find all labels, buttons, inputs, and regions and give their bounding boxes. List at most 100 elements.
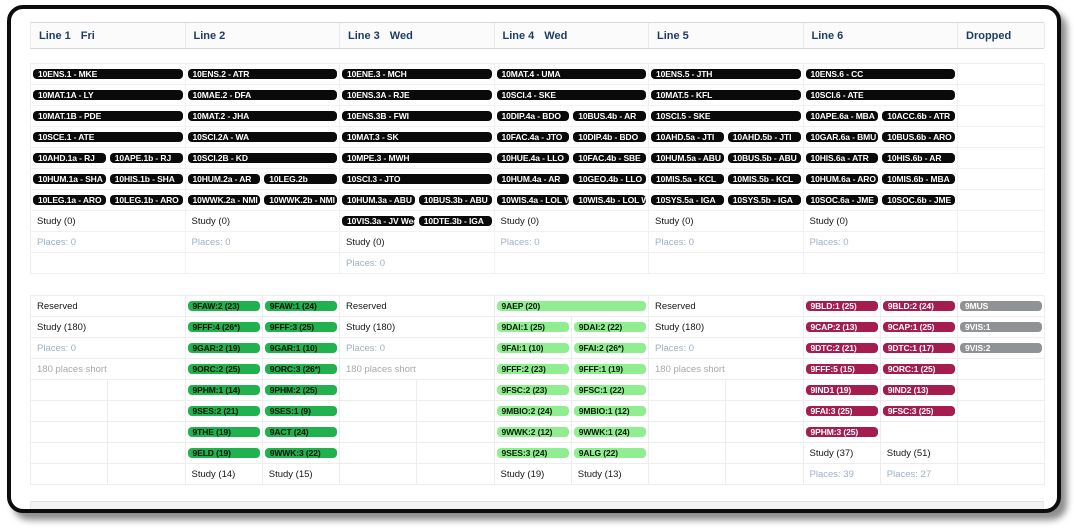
- class-block[interactable]: 10GEO.4b - LLO: [573, 173, 646, 184]
- column-header-line-1[interactable]: Line 1 Fri: [31, 23, 186, 48]
- class-block[interactable]: 9FFF:4 (26*): [187, 321, 260, 332]
- class-block[interactable]: 10MAT.1B - PDE: [33, 110, 183, 121]
- class-block[interactable]: 9VIS:2: [960, 342, 1042, 353]
- class-block[interactable]: 9PHM:3 (25): [805, 426, 878, 437]
- class-block[interactable]: 9PHM:2 (25): [264, 384, 337, 395]
- class-block[interactable]: 9ELD (19): [187, 447, 260, 458]
- column-header-line-3[interactable]: Line 3 Wed: [340, 23, 495, 48]
- class-block[interactable]: 10SOC.6b - JME: [882, 194, 955, 205]
- class-block[interactable]: 9VIS:1: [960, 321, 1042, 332]
- class-block[interactable]: 10BUS.6b - ARO: [882, 131, 955, 142]
- class-block[interactable]: 9BLD:2 (24): [882, 300, 955, 311]
- class-block[interactable]: 10ENE.3 - MCH: [342, 68, 492, 79]
- class-block[interactable]: 9THE (19): [187, 426, 260, 437]
- class-block[interactable]: 10MAT.4 - UMA: [496, 68, 646, 79]
- class-block[interactable]: 9WWK:3 (22): [264, 447, 337, 458]
- class-block[interactable]: 10SCI.5 - SKE: [651, 110, 801, 121]
- class-block[interactable]: 9GAR:1 (10): [264, 342, 337, 353]
- class-block[interactable]: 10ENS.3B - FWI: [342, 110, 492, 121]
- class-block[interactable]: 10LEG.1b - ARO: [109, 194, 183, 205]
- class-block[interactable]: 9ORC:2 (25): [187, 363, 260, 374]
- class-block[interactable]: 9FFF:1 (19): [573, 363, 646, 374]
- class-block[interactable]: 9FAI:1 (10): [496, 342, 569, 353]
- column-header-line-2[interactable]: Line 2: [186, 23, 340, 48]
- class-block[interactable]: 9DAI:2 (22): [573, 321, 646, 332]
- class-block[interactable]: 10MAE.2 - DFA: [187, 89, 337, 100]
- class-block[interactable]: 9MUS: [960, 300, 1042, 311]
- class-block[interactable]: 10DTE.3b - IGA: [418, 215, 492, 226]
- class-block[interactable]: 10ACC.6b - ATR: [882, 110, 955, 121]
- class-block[interactable]: 9FAI:2 (26*): [573, 342, 646, 353]
- class-block[interactable]: 10HUM.6a - ARO: [805, 173, 879, 184]
- column-header-line-4[interactable]: Line 4 Wed: [495, 23, 649, 48]
- class-block[interactable]: 10HUM.2a - AR: [187, 173, 261, 184]
- class-block[interactable]: 10ENS.6 - CC: [805, 68, 955, 79]
- class-block[interactable]: 10LEG.2b: [264, 173, 337, 184]
- class-block[interactable]: 10ENS.3A - RJE: [342, 89, 492, 100]
- class-block[interactable]: 10SCE.1 - ATE: [33, 131, 183, 142]
- class-block[interactable]: 9WWK:1 (24): [573, 426, 646, 437]
- class-block[interactable]: 9FAI:3 (25): [805, 405, 878, 416]
- class-block[interactable]: 10MAT.2 - JHA: [187, 110, 337, 121]
- class-block[interactable]: 10DIP.4b - BDO: [573, 131, 646, 142]
- class-block[interactable]: 9MBIO:1 (12): [573, 405, 646, 416]
- class-block[interactable]: 10LEG.1a - ARO: [33, 194, 106, 205]
- class-block[interactable]: 10HUM.4a - AR: [496, 173, 570, 184]
- class-block[interactable]: 10MIS.5b - KCL: [727, 173, 801, 184]
- class-block[interactable]: 9FSC:3 (25): [882, 405, 955, 416]
- class-block[interactable]: 10DIP.4a - BDO: [496, 110, 570, 121]
- class-block[interactable]: 10APE.6a - MBA: [805, 110, 879, 121]
- class-block[interactable]: 10MAT.5 - KFL: [651, 89, 801, 100]
- class-block[interactable]: 10FAC.4b - SBE: [573, 152, 646, 163]
- class-block[interactable]: 9CAP:2 (13): [805, 321, 878, 332]
- class-block[interactable]: 10AHD.5b - JTI: [727, 131, 801, 142]
- class-block[interactable]: 10SCI.2A - WA: [187, 131, 337, 142]
- class-block[interactable]: 9ORC:1 (25): [882, 363, 955, 374]
- class-block[interactable]: 10MAT.1A - LY: [33, 89, 183, 100]
- class-block[interactable]: 10ENS.5 - JTH: [651, 68, 801, 79]
- class-block[interactable]: 10APE.1b - RJ: [109, 152, 183, 163]
- class-block[interactable]: 9IND1 (19): [805, 384, 878, 395]
- class-block[interactable]: 10ENS.1 - MKE: [33, 68, 183, 79]
- class-block[interactable]: 9DTC:2 (21): [805, 342, 878, 353]
- class-block[interactable]: 10HUM.3a - ABU: [342, 194, 415, 205]
- class-block[interactable]: 10ENS.2 - ATR: [187, 68, 337, 79]
- class-block[interactable]: 10HUM.1a - SHA: [33, 173, 106, 184]
- class-block[interactable]: 10SOC.6a - JME: [805, 194, 879, 205]
- class-block[interactable]: 9DTC:1 (17): [882, 342, 955, 353]
- class-block[interactable]: 9WWK:2 (12): [496, 426, 569, 437]
- class-block[interactable]: 10HIS.6a - ATR: [805, 152, 879, 163]
- class-block[interactable]: 10WIS.4a - LOL Wed: [496, 194, 570, 205]
- class-block[interactable]: 9PHM:1 (14): [187, 384, 260, 395]
- class-block[interactable]: 10AHD.5a - JTI: [651, 131, 724, 142]
- class-block[interactable]: 10SYS.5a - IGA: [651, 194, 724, 205]
- class-block[interactable]: 10SCI.2B - KD: [187, 152, 337, 163]
- class-block[interactable]: 9AEP (20): [496, 300, 646, 311]
- class-block[interactable]: 10MAT.3 - SK: [342, 131, 492, 142]
- class-block[interactable]: 10SCI.4 - SKE: [496, 89, 646, 100]
- class-block[interactable]: 9SES:3 (24): [496, 447, 569, 458]
- class-block[interactable]: 9SES:2 (21): [187, 405, 260, 416]
- class-block[interactable]: 10WWK.2a - NMI: [187, 194, 261, 205]
- class-block[interactable]: 10BUS.3b - ABU: [418, 194, 492, 205]
- class-block[interactable]: 9ORC:3 (26*): [264, 363, 337, 374]
- class-block[interactable]: 10HUM.5a - ABU: [651, 152, 724, 163]
- class-block[interactable]: 10MIS.5a - KCL: [651, 173, 724, 184]
- class-block[interactable]: 10FAC.4a - JTO: [496, 131, 570, 142]
- class-block[interactable]: 9IND2 (13): [882, 384, 955, 395]
- class-block[interactable]: 9GAR:2 (19): [187, 342, 260, 353]
- class-block[interactable]: 9FSC:1 (22): [573, 384, 646, 395]
- class-block[interactable]: 9BLD:1 (25): [805, 300, 878, 311]
- class-block[interactable]: 9ACT (24): [264, 426, 337, 437]
- class-block[interactable]: 10HIS.6b - AR: [882, 152, 955, 163]
- class-block[interactable]: 10BUS.4b - AR: [573, 110, 646, 121]
- class-block[interactable]: 10GAR.6a - BMU: [805, 131, 879, 142]
- class-block[interactable]: 9FFF:2 (23): [496, 363, 569, 374]
- class-block[interactable]: 9FAW:2 (23): [187, 300, 260, 311]
- class-block[interactable]: 10WWK.2b - NMI: [264, 194, 337, 205]
- column-header-line-5[interactable]: Line 5: [649, 23, 804, 48]
- class-block[interactable]: 9FAW:1 (24): [264, 300, 337, 311]
- class-block[interactable]: 10VIS.3a - JV Wed: [342, 215, 415, 226]
- class-block[interactable]: 10SCI.6 - ATE: [805, 89, 955, 100]
- class-block[interactable]: 9CAP:1 (25): [882, 321, 955, 332]
